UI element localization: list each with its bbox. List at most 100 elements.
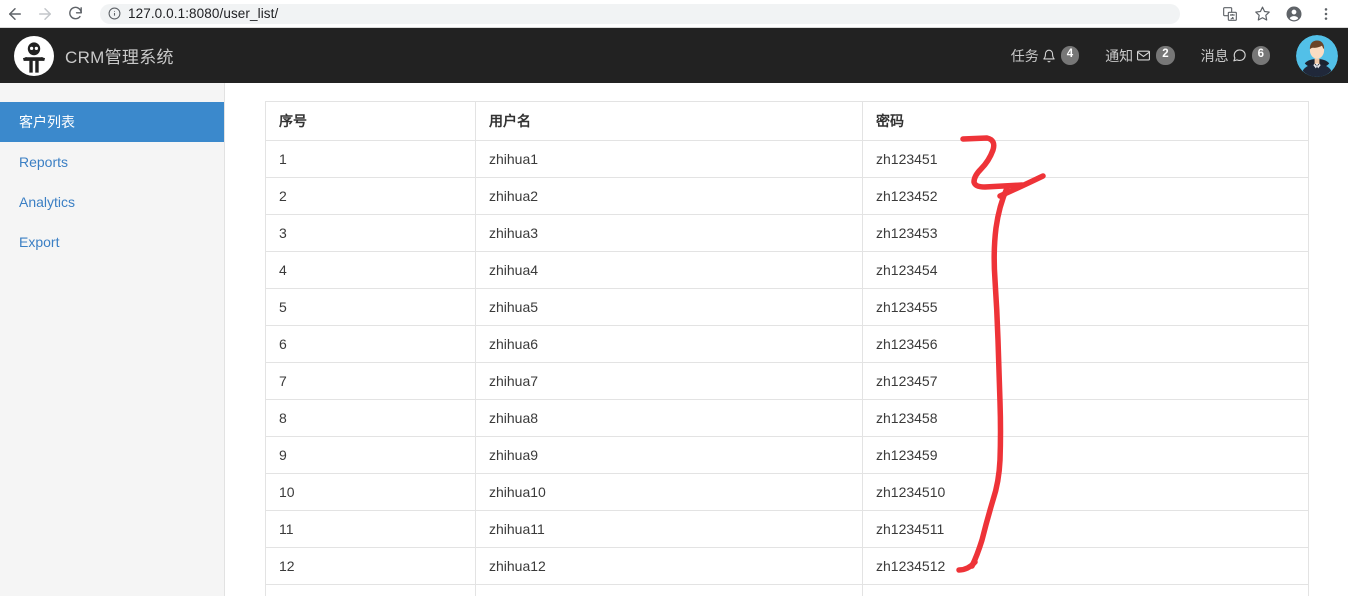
sidebar-item-export[interactable]: Export (0, 222, 224, 262)
sidebar-item-export-label: Export (19, 234, 60, 250)
header-item-tasks-label: 任务 (1010, 47, 1039, 64)
table-cell: zhihua6 (475, 325, 863, 363)
table-row: 8 zhihua8 zh123458 (265, 399, 1309, 437)
user-table: 序号 用户名 密码 1 zhihua1 zh123451 2 zhihua2 zh123452… (265, 101, 1309, 596)
table-cell: 12 (265, 547, 476, 585)
sidebar-item-customer-list[interactable]: 客户列表 (0, 102, 224, 142)
header-item-notifications[interactable]: 通知 2 (1105, 46, 1175, 66)
table-cell: zh123455 (862, 288, 1309, 326)
brand[interactable]: CRM管理系统 (14, 35, 174, 76)
table-row: 3 zhihua3 zh123453 (265, 214, 1309, 252)
page-title: CRM管理系统 (65, 48, 174, 67)
table-cell: 1 (265, 140, 476, 178)
chat-bubble-icon (1232, 48, 1247, 63)
table-cell: zh123456 (862, 325, 1309, 363)
table-cell: 10 (265, 473, 476, 511)
messages-badge: 6 (1251, 46, 1270, 65)
table-cell: zhihua3 (475, 214, 863, 252)
table-cell: 4 (265, 251, 476, 289)
table-cell: 9 (265, 436, 476, 474)
table-row: 10 zhihua10 zh1234510 (265, 473, 1309, 511)
tasks-badge: 4 (1060, 46, 1080, 65)
table-cell: zh123452 (862, 177, 1309, 215)
app-header: CRM管理系统 任务 4 通知 2 消息 6 (0, 28, 1348, 83)
table-cell: 7 (265, 362, 476, 400)
table-cell (475, 584, 863, 596)
table-cell: 6 (265, 325, 476, 363)
table-header-row: 序号 用户名 密码 (265, 101, 1309, 141)
profile-avatar-icon[interactable] (1278, 0, 1310, 28)
sidebar-item-reports[interactable]: Reports (0, 142, 224, 182)
table-row (265, 584, 1309, 596)
table-cell: zh123454 (862, 251, 1309, 289)
sidebar-item-reports-label: Reports (19, 154, 69, 170)
browser-toolbar: 127.0.0.1:8080/user_list/ (0, 0, 1348, 28)
main-content: 序号 用户名 密码 1 zhihua1 zh123451 2 zhihua2 zh123452… (225, 83, 1348, 596)
forward-button[interactable] (30, 0, 60, 28)
table-column-header-0: 序号 (265, 101, 476, 141)
sidebar: 客户列表 Reports Analytics Export (0, 83, 225, 596)
table-cell: zhihua1 (475, 140, 863, 178)
table-row: 1 zhihua1 zh123451 (265, 140, 1309, 178)
table-cell: zhihua9 (475, 436, 863, 474)
table-row: 9 zhihua9 zh123459 (265, 436, 1309, 474)
table-cell: zhihua10 (475, 473, 863, 511)
envelope-icon (1136, 48, 1151, 63)
table-column-header-2: 密码 (862, 101, 1309, 141)
table-row: 11 zhihua11 zh1234511 (265, 510, 1309, 548)
notifications-badge: 2 (1156, 46, 1175, 65)
user-table-container: 序号 用户名 密码 1 zhihua1 zh123451 2 zhihua2 zh123452… (265, 101, 1309, 596)
three-dot-menu-icon[interactable] (1310, 0, 1342, 28)
table-cell: 11 (265, 510, 476, 548)
table-cell: zh1234512 (862, 547, 1309, 585)
header-actions: 任务 4 通知 2 消息 6 (1010, 34, 1348, 77)
user-avatar[interactable] (1296, 34, 1338, 77)
header-item-messages[interactable]: 消息 6 (1201, 46, 1270, 66)
table-cell: zhihua8 (475, 399, 863, 437)
header-item-notifications-label: 通知 (1105, 47, 1134, 64)
table-cell: 2 (265, 177, 476, 215)
header-item-messages-label: 消息 (1200, 47, 1229, 64)
table-cell: zhihua5 (475, 288, 863, 326)
table-row: 4 zhihua4 zh123454 (265, 251, 1309, 289)
table-cell (862, 584, 1309, 596)
table-cell: 3 (265, 214, 476, 252)
table-cell: zhihua2 (475, 177, 863, 215)
table-row: 12 zhihua12 zh1234512 (265, 547, 1309, 585)
user-table-body: 1 zhihua1 zh123451 2 zhihua2 zh123452 3 zhihua3… (265, 140, 1309, 596)
sidebar-item-customer-list-label: 客户列表 (19, 114, 75, 130)
table-cell: zhihua12 (475, 547, 863, 585)
table-row: 5 zhihua5 zh123455 (265, 288, 1309, 326)
info-circle-icon[interactable] (108, 7, 121, 20)
url-text: 127.0.0.1:8080/user_list/ (128, 6, 279, 21)
header-item-tasks[interactable]: 任务 4 (1010, 46, 1080, 66)
bell-icon (1042, 49, 1056, 63)
table-cell: 8 (265, 399, 476, 437)
translate-icon[interactable] (1214, 0, 1246, 28)
table-cell: zh1234510 (862, 473, 1309, 511)
table-cell: zhihua4 (475, 251, 863, 289)
back-button[interactable] (0, 0, 30, 28)
star-icon[interactable] (1246, 0, 1278, 28)
table-cell: zh123453 (862, 214, 1309, 252)
reload-button[interactable] (60, 0, 90, 28)
table-row: 6 zhihua6 zh123456 (265, 325, 1309, 363)
table-cell: zh1234511 (862, 510, 1309, 548)
user-table-head: 序号 用户名 密码 (265, 101, 1309, 141)
table-cell: zh123459 (862, 436, 1309, 474)
address-bar[interactable]: 127.0.0.1:8080/user_list/ (100, 3, 1180, 24)
table-cell (265, 584, 476, 596)
table-row: 7 zhihua7 zh123457 (265, 362, 1309, 400)
table-cell: zhihua7 (475, 362, 863, 400)
table-cell: zh123457 (862, 362, 1309, 400)
person-avatar-logo-icon (14, 35, 54, 76)
sidebar-item-analytics-label: Analytics (19, 194, 76, 210)
table-cell: 5 (265, 288, 476, 326)
table-column-header-1: 用户名 (475, 101, 863, 141)
browser-actions (1214, 0, 1348, 28)
sidebar-item-analytics[interactable]: Analytics (0, 182, 224, 222)
table-row: 2 zhihua2 zh123452 (265, 177, 1309, 215)
table-cell: zh123451 (862, 140, 1309, 178)
table-cell: zh123458 (862, 399, 1309, 437)
table-cell: zhihua11 (475, 510, 863, 548)
